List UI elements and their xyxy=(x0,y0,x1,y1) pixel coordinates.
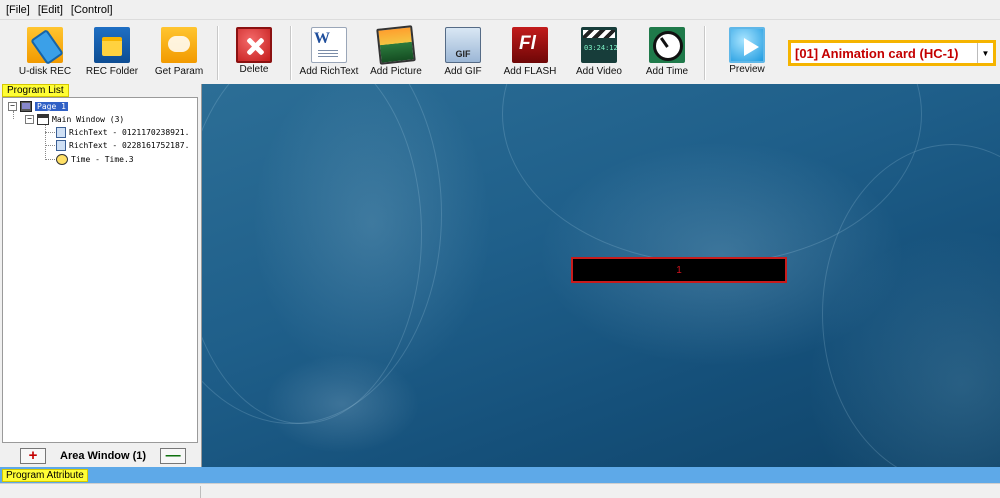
tree-node-page-label: Page 1 xyxy=(35,102,68,111)
picture-icon xyxy=(376,25,416,65)
udisk-rec-label: U-disk REC xyxy=(18,66,72,77)
tree-connector xyxy=(45,159,55,160)
menu-file[interactable]: [File] xyxy=(4,4,36,16)
clock-icon xyxy=(649,27,685,63)
usb-drive-icon xyxy=(27,27,63,63)
tree-node-time[interactable]: Time - Time.3 xyxy=(56,153,134,166)
program-attribute-bar xyxy=(0,467,1000,483)
status-bar xyxy=(0,483,1000,498)
add-picture-label: Add Picture xyxy=(370,66,422,77)
video-clapper-icon xyxy=(581,27,618,63)
add-video-button[interactable]: Add Video xyxy=(566,24,632,84)
add-gif-button[interactable]: Add GIF xyxy=(430,24,496,84)
delete-label: Delete xyxy=(239,64,269,75)
collapse-icon[interactable]: − xyxy=(25,115,34,124)
add-richtext-button[interactable]: Add RichText xyxy=(296,24,362,84)
rec-folder-label: REC Folder xyxy=(85,66,139,77)
get-param-button[interactable]: Get Param xyxy=(146,24,212,84)
tree-node-richtext-1-label: RichText - 0121170238921. xyxy=(69,128,190,137)
gif-icon xyxy=(445,27,481,63)
tree-node-richtext-2-label: RichText - 0228161752187. xyxy=(69,141,190,150)
toolbar: U-disk REC REC Folder Get Param Delete A… xyxy=(0,19,1000,84)
add-richtext-label: Add RichText xyxy=(299,66,359,77)
delete-button[interactable]: Delete xyxy=(221,24,287,84)
chevron-down-icon[interactable]: ▼ xyxy=(977,43,993,63)
toolbar-separator xyxy=(217,26,219,80)
add-flash-label: Add FLASH xyxy=(503,66,557,77)
cloud-download-icon xyxy=(161,27,197,63)
preview-label: Preview xyxy=(729,64,765,75)
program-tree[interactable]: − Page 1 − Main Window (3) RichText - 01… xyxy=(2,97,198,443)
area-window-bar: + Area Window (1) — xyxy=(2,445,198,467)
flash-icon xyxy=(512,27,548,63)
menu-control[interactable]: [Control] xyxy=(69,4,119,16)
tree-node-page[interactable]: − Page 1 xyxy=(8,100,68,113)
toolbar-separator xyxy=(704,26,706,80)
rec-folder-button[interactable]: REC Folder xyxy=(79,24,145,84)
program-list-header: Program List xyxy=(2,84,69,97)
get-param-label: Get Param xyxy=(154,66,204,77)
window-icon xyxy=(37,114,49,125)
card-select[interactable]: [01] Animation card (HC-1) ▼ xyxy=(788,40,996,66)
toolbar-separator xyxy=(290,26,292,80)
tree-node-main-window[interactable]: − Main Window (3) xyxy=(25,113,124,126)
preview-canvas[interactable]: 1 xyxy=(201,84,1000,467)
add-gif-label: Add GIF xyxy=(444,66,482,77)
udisk-rec-button[interactable]: U-disk REC xyxy=(12,24,78,84)
add-picture-button[interactable]: Add Picture xyxy=(363,24,429,84)
tree-connector xyxy=(45,132,55,133)
remove-area-button[interactable]: — xyxy=(160,448,187,464)
tree-connector xyxy=(45,145,55,146)
tree-node-time-label: Time - Time.3 xyxy=(71,155,134,164)
add-video-label: Add Video xyxy=(576,66,622,77)
menu-bar: [File] [Edit] [Control] xyxy=(0,0,1000,19)
menu-edit[interactable]: [Edit] xyxy=(36,4,69,16)
tree-node-richtext-1[interactable]: RichText - 0121170238921. xyxy=(56,126,189,139)
preview-button[interactable]: Preview xyxy=(714,24,780,84)
add-flash-button[interactable]: Add FLASH xyxy=(497,24,563,84)
text-area-box[interactable]: 1 xyxy=(571,257,787,283)
area-window-label: Area Window (1) xyxy=(60,450,147,462)
word-document-icon xyxy=(311,27,347,63)
richtext-doc-icon xyxy=(56,127,66,138)
program-attribute-header: Program Attribute xyxy=(2,469,88,482)
monitor-icon xyxy=(20,101,32,112)
tree-node-main-window-label: Main Window (3) xyxy=(52,115,125,124)
clock-icon xyxy=(56,154,68,165)
tree-node-richtext-2[interactable]: RichText - 0228161752187. xyxy=(56,139,189,152)
collapse-icon[interactable]: − xyxy=(8,102,17,111)
richtext-doc-icon xyxy=(56,140,66,151)
status-divider xyxy=(200,486,201,498)
folder-icon xyxy=(94,27,130,63)
play-icon xyxy=(729,27,765,63)
add-time-button[interactable]: Add Time xyxy=(634,24,700,84)
delete-icon xyxy=(236,27,272,63)
tree-connector xyxy=(45,125,46,160)
add-time-label: Add Time xyxy=(645,66,689,77)
add-area-button[interactable]: + xyxy=(20,448,46,464)
card-select-value: [01] Animation card (HC-1) xyxy=(795,45,959,61)
